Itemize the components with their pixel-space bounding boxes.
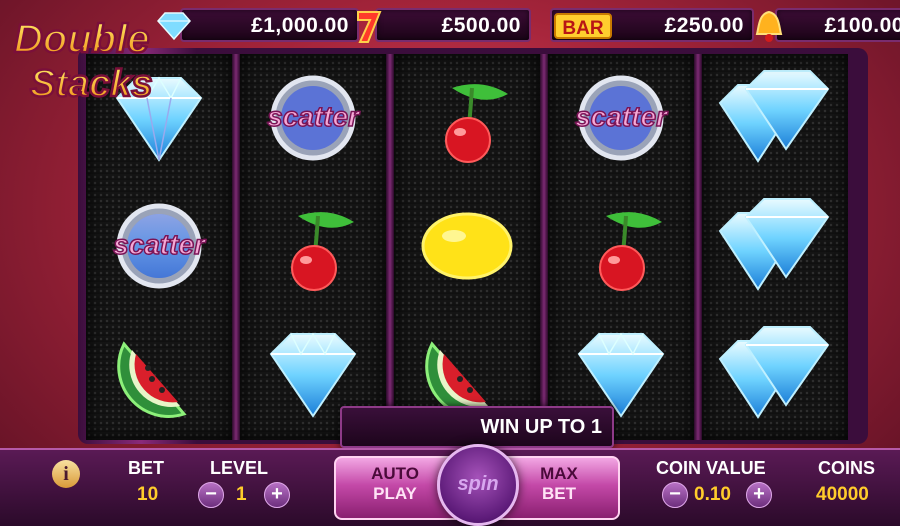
bet-value: 10 xyxy=(137,484,159,505)
jackpot-value: £100.00 xyxy=(824,14,900,37)
bar-label: BAR xyxy=(562,18,603,39)
reel-shade xyxy=(86,54,232,440)
reel-separator xyxy=(386,54,394,440)
reels-area: scatter scatter scatter xyxy=(86,54,860,440)
coins-label: COINS xyxy=(818,458,876,478)
reel-shade xyxy=(548,54,694,440)
reel-1: scatter xyxy=(86,54,232,440)
coin-value-decrease-button[interactable]: − xyxy=(662,482,688,508)
reel-4: scatter xyxy=(548,54,694,440)
jackpot-bar-symbol: BAR £250.00 xyxy=(550,8,754,42)
game-logo: Double Stacks xyxy=(4,10,180,110)
reel-shade xyxy=(240,54,386,440)
jackpot-diamond: £1,000.00 xyxy=(157,8,359,42)
jackpot-bell: £100.00 xyxy=(755,8,900,42)
win-banner: WIN UP TO 1 xyxy=(340,406,614,448)
win-banner-text: WIN UP TO 1 xyxy=(480,416,602,438)
seven-icon xyxy=(349,8,389,44)
spin-button[interactable]: spin xyxy=(437,444,519,526)
reel-5 xyxy=(702,54,848,440)
jackpot-seven: £500.00 xyxy=(357,8,531,43)
bell-icon xyxy=(749,8,789,44)
info-button[interactable]: i xyxy=(52,460,80,488)
bet-label: BET xyxy=(128,458,164,478)
game-stage: scatter scatter scatter £1,000.00 £500.0… xyxy=(0,0,900,526)
jackpot-bar: £1,000.00 £500.00 BAR £250.00 £100.00 xyxy=(150,6,900,43)
level-decrease-button[interactable]: − xyxy=(198,482,224,508)
reel-separator xyxy=(694,54,702,440)
reel-3 xyxy=(394,54,540,440)
reel-shade xyxy=(702,54,848,440)
level-increase-button[interactable]: + xyxy=(264,482,290,508)
reel-separator xyxy=(232,54,240,440)
spin-label: spin xyxy=(457,473,499,495)
reel-shade xyxy=(394,54,540,440)
jackpot-value: £250.00 xyxy=(664,14,744,37)
jackpot-value: £1,000.00 xyxy=(251,14,349,37)
coin-value-increase-button[interactable]: + xyxy=(746,482,772,508)
coins-value: 40000 xyxy=(816,484,869,505)
level-value: 1 xyxy=(236,484,247,505)
reel-separator xyxy=(540,54,548,440)
coin-value: 0.10 xyxy=(694,484,731,505)
level-label: LEVEL xyxy=(210,458,269,478)
jackpot-value: £500.00 xyxy=(441,14,521,37)
logo-line2: Stacks xyxy=(30,63,153,105)
coin-value-label: COIN VALUE xyxy=(656,458,766,478)
reel-2: scatter xyxy=(240,54,386,440)
logo-line1: Double xyxy=(14,17,150,61)
bar-icon: BAR xyxy=(554,8,612,44)
